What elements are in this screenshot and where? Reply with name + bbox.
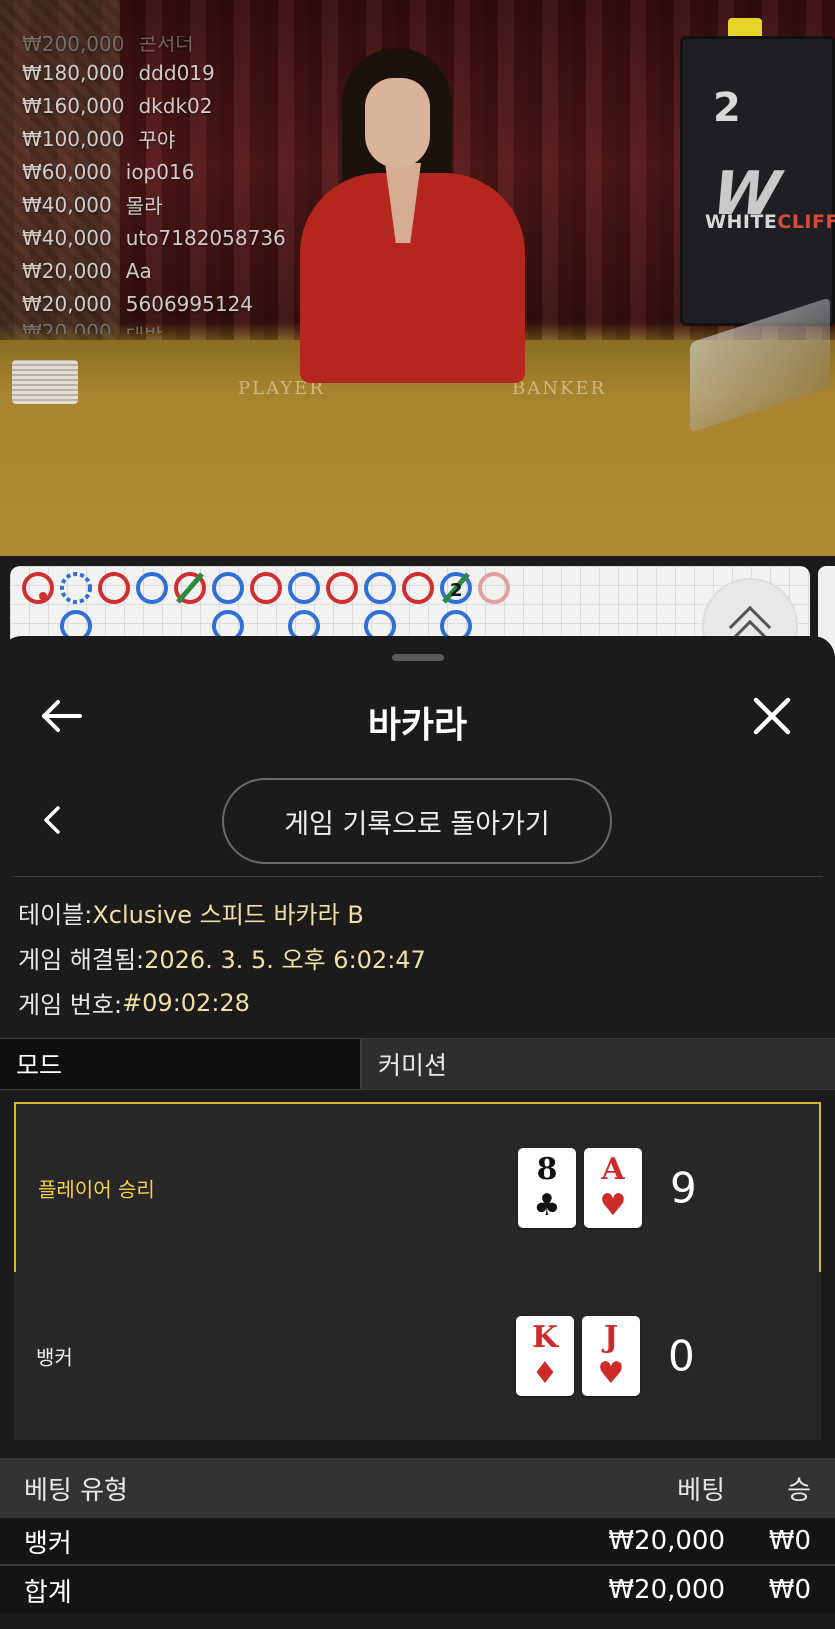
sheet-drag-handle[interactable] <box>392 654 444 661</box>
total-bet: ₩20,000 <box>608 1575 725 1605</box>
live-video-stream: PLAYER BANKER 2 W WHITECLIFF ₩200,000 콘서더… <box>0 0 835 556</box>
playing-card: K ♦ <box>516 1316 574 1396</box>
bet-feed-row: ₩40,000 uto7182058736 <box>22 225 286 250</box>
total-label: 합계 <box>24 1577 72 1608</box>
bet-feed-row: ₩20,000 5606995124 <box>22 291 254 316</box>
resolved-label: 게임 해결됨: <box>18 946 145 974</box>
resolved-info: 게임 해결됨: 2026. 3. 5. 오후 6:02:47 <box>18 935 426 980</box>
table-banker-text: BANKER <box>512 378 607 399</box>
resolved-value: 2026. 3. 5. 오후 6:02:47 <box>144 946 426 974</box>
banker-result-label: 뱅커 <box>36 1345 73 1370</box>
road-banker-mark <box>478 572 510 604</box>
table-info: 테이블: Xclusive 스피드 바카라 B <box>18 890 426 935</box>
playing-card: 8 ♣ <box>518 1148 576 1228</box>
brand-name: WHITECLIFF <box>705 211 835 233</box>
header-bet-type: 베팅 유형 <box>24 1475 128 1506</box>
road-banker-mark <box>250 572 282 604</box>
game-info: 테이블: Xclusive 스피드 바카라 B 게임 해결됨: 2026. 3.… <box>18 890 426 1025</box>
player-score: 9 <box>670 1163 697 1213</box>
player-result-label: 플레이어 승리 <box>38 1177 155 1202</box>
round-value: #09:02:28 <box>122 988 250 1017</box>
bet-feed-row: ₩40,000 몰라 <box>22 192 163 219</box>
road-player-mark <box>60 572 92 604</box>
bet-feed-row: ₩100,000 꾸야 <box>22 126 176 153</box>
shoe-display: 2 W WHITECLIFF <box>680 36 835 326</box>
road-player-mark <box>288 572 320 604</box>
mode-value: 커미션 <box>362 1039 835 1089</box>
table-row: 뱅커 ₩20,000 ₩0 <box>0 1518 835 1566</box>
history-nav: 게임 기록으로 돌아가기 <box>0 776 835 866</box>
table-label: 테이블: <box>18 901 93 929</box>
sheet-header: 바카라 <box>0 676 835 756</box>
mode-row: 모드 커미션 <box>0 1038 835 1090</box>
playing-card: J ♥ <box>582 1316 640 1396</box>
back-to-history-button[interactable]: 게임 기록으로 돌아가기 <box>222 778 612 864</box>
bet-feed-row: ₩180,000 ddd019 <box>22 60 215 85</box>
total-row: 합계 ₩20,000 ₩0 <box>0 1566 835 1614</box>
mode-label: 모드 <box>0 1039 362 1089</box>
game-history-sheet: 바카라 게임 기록으로 돌아가기 테이블: Xclusive 스피드 바카라 B… <box>0 636 835 1629</box>
player-cards: 8 ♣ A ♥ <box>518 1148 642 1228</box>
discard-tray <box>12 360 78 404</box>
playing-card: A ♥ <box>584 1148 642 1228</box>
round-label: 게임 번호: <box>18 991 123 1019</box>
road-player-mark <box>212 572 244 604</box>
table-value: Xclusive 스피드 바카라 B <box>92 901 364 929</box>
divider <box>12 876 823 877</box>
bet-type-cell: 뱅커 <box>24 1528 72 1559</box>
banker-score: 0 <box>668 1331 695 1381</box>
bet-feed-row: ₩200,000 콘서더 <box>22 36 194 56</box>
round-info: 게임 번호: #09:02:28 <box>18 980 426 1025</box>
total-win: ₩0 <box>768 1575 811 1605</box>
road-player-mark <box>364 572 396 604</box>
player-result-panel: 플레이어 승리 8 ♣ A ♥ 9 <box>14 1102 821 1274</box>
close-icon[interactable] <box>752 696 792 736</box>
header-bet: 베팅 <box>677 1475 725 1506</box>
header-win: 승 <box>787 1475 811 1506</box>
bet-feed-row: ₩160,000 dkdk02 <box>22 93 213 118</box>
bet-feed-row: ₩60,000 iop016 <box>22 159 195 184</box>
sheet-title: 바카라 <box>367 705 468 746</box>
bet-feed: ₩200,000 콘서더 ₩180,000 ddd019 ₩160,000 dkdk0… <box>22 36 286 334</box>
bet-feed-row: ₩20,000 Aa <box>22 258 152 283</box>
bet-table: 베팅 유형 베팅 승 뱅커 ₩20,000 ₩0 합계 ₩20,000 ₩0 <box>0 1458 835 1614</box>
banker-cards: K ♦ J ♥ <box>516 1316 640 1396</box>
road-banker-mark <box>326 572 358 604</box>
road-banker-mark <box>98 572 130 604</box>
road-tie-count: 2 <box>450 580 463 601</box>
bet-table-header: 베팅 유형 베팅 승 <box>0 1458 835 1518</box>
win-amount-cell: ₩0 <box>768 1526 811 1556</box>
road-banker-mark <box>22 572 54 604</box>
shoe-display-number: 2 <box>713 85 741 131</box>
chevron-left-icon[interactable] <box>38 802 68 838</box>
dealer <box>290 48 540 383</box>
bet-feed-row: ₩20,000대박 <box>22 320 163 334</box>
banker-result-panel: 뱅커 K ♦ J ♥ 0 <box>14 1272 821 1440</box>
road-player-mark <box>136 572 168 604</box>
road-banker-pair-dot <box>39 592 47 600</box>
bet-amount-cell: ₩20,000 <box>608 1526 725 1556</box>
road-banker-mark <box>402 572 434 604</box>
